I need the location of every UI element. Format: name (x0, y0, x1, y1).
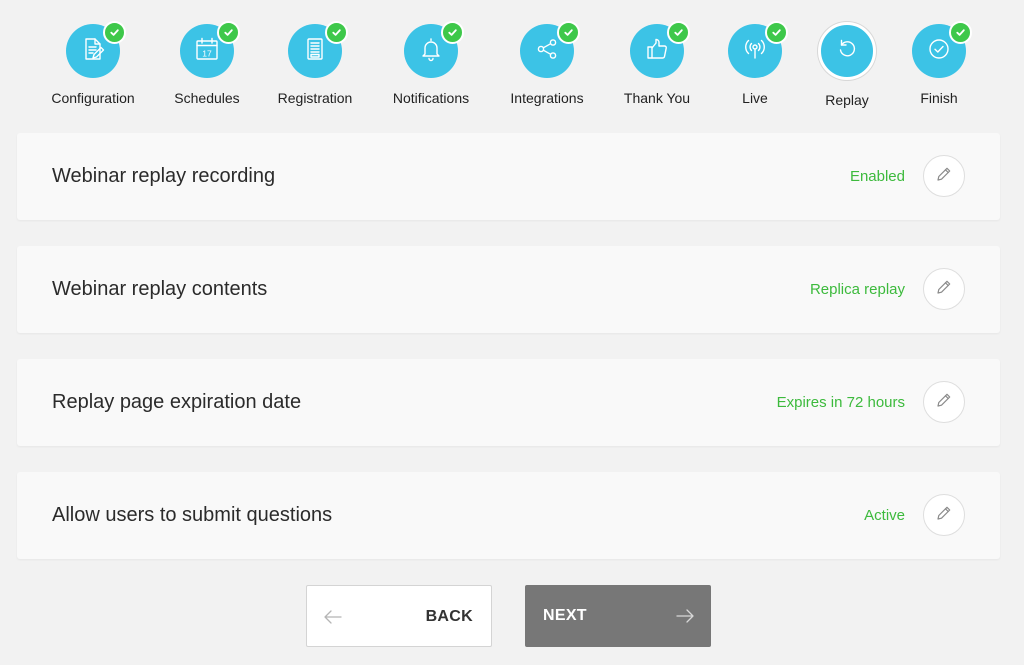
step-circle (728, 21, 788, 78)
check-circle-icon (925, 35, 953, 68)
step-label: Finish (920, 90, 958, 106)
arrow-left-icon (323, 607, 343, 627)
edit-button[interactable] (923, 381, 965, 423)
step-circle (66, 21, 126, 78)
pencil-icon (935, 391, 953, 414)
completed-check-icon (667, 21, 690, 44)
step-schedules[interactable]: 17 Schedules (147, 21, 267, 106)
step-circle (404, 21, 464, 78)
wizard-stepper: Configuration 17 Schedules Registration … (0, 0, 1024, 120)
setting-status: Enabled (849, 168, 905, 185)
setting-card-replay-contents: Webinar replay contents Replica replay (17, 246, 1000, 333)
step-label: Registration (277, 90, 353, 106)
setting-title: Replay page expiration date (52, 391, 302, 413)
step-configuration[interactable]: Configuration (33, 21, 153, 106)
replay-icon (833, 35, 861, 68)
setting-status: Replica replay (809, 281, 905, 298)
step-label: Integrations (510, 90, 584, 106)
step-registration[interactable]: Registration (255, 21, 375, 106)
completed-check-icon (949, 21, 972, 44)
next-button[interactable]: NEXT (525, 585, 711, 647)
step-circle (818, 22, 876, 80)
share-icon (533, 35, 561, 68)
svg-text:17: 17 (202, 48, 212, 58)
edit-button[interactable] (923, 494, 965, 536)
back-button[interactable]: BACK (306, 585, 492, 647)
broadcast-icon (741, 35, 769, 68)
step-label: Notifications (392, 90, 470, 106)
setting-title: Webinar replay contents (52, 278, 268, 300)
edit-button[interactable] (923, 155, 965, 197)
form-icon (301, 35, 329, 68)
step-finish[interactable]: Finish (879, 21, 999, 106)
setting-title: Allow users to submit questions (52, 504, 333, 526)
setting-card-expiration-date: Replay page expiration date Expires in 7… (17, 359, 1000, 446)
arrow-right-icon (675, 606, 695, 626)
setting-title: Webinar replay recording (52, 165, 276, 187)
calendar-icon: 17 (193, 35, 221, 68)
document-edit-icon (79, 35, 107, 68)
next-button-label: NEXT (543, 607, 587, 624)
completed-check-icon (217, 21, 240, 44)
completed-check-icon (557, 21, 580, 44)
step-circle: 17 (180, 21, 240, 78)
step-circle (912, 21, 972, 78)
pencil-icon (935, 278, 953, 301)
completed-check-icon (325, 21, 348, 44)
back-button-label: BACK (425, 608, 473, 625)
step-circle (630, 21, 690, 78)
bell-icon (417, 35, 445, 68)
setting-status: Expires in 72 hours (776, 394, 905, 411)
pencil-icon (935, 504, 953, 527)
step-label: Configuration (51, 90, 135, 106)
step-notifications[interactable]: Notifications (371, 21, 491, 106)
completed-check-icon (441, 21, 464, 44)
edit-button[interactable] (923, 268, 965, 310)
pencil-icon (935, 165, 953, 188)
step-label: Schedules (174, 90, 240, 106)
step-circle (288, 21, 348, 78)
step-integrations[interactable]: Integrations (487, 21, 607, 106)
setting-card-replay-recording: Webinar replay recording Enabled (17, 133, 1000, 220)
setting-status: Active (864, 507, 905, 524)
completed-check-icon (765, 21, 788, 44)
step-circle (520, 21, 580, 78)
thumbs-up-icon (643, 35, 671, 68)
completed-check-icon (103, 21, 126, 44)
setting-card-submit-questions: Allow users to submit questions Active (17, 472, 1000, 559)
